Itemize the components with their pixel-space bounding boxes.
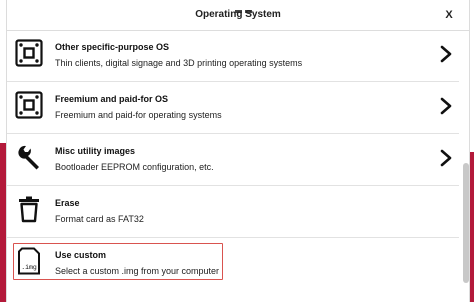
list-item-misc-utility-images[interactable]: Misc utility images Bootloader EEPROM co… <box>7 135 459 186</box>
item-description: Bootloader EEPROM configuration, etc. <box>55 162 214 172</box>
close-button[interactable]: X <box>442 7 456 23</box>
item-description: Thin clients, digital signage and 3D pri… <box>55 58 303 68</box>
list-item-freemium-and-paid-for-os[interactable]: Freemium and paid-for OS Freemium and pa… <box>7 83 459 134</box>
dialog-header: Operating System X <box>7 0 469 31</box>
chevron-right-icon[interactable] <box>439 149 453 167</box>
selection-highlight <box>13 243 223 280</box>
item-description: Freemium and paid-for operating systems <box>55 110 222 120</box>
operating-system-dialog: Operating System X Other specific-purpos… <box>6 0 470 302</box>
list-item-other-specific-purpose-os[interactable]: Other specific-purpose OS Thin clients, … <box>7 31 459 82</box>
dialog-title: Operating System <box>195 9 281 20</box>
background-accent-right <box>470 152 474 302</box>
trash-icon <box>19 196 39 223</box>
chip-board-icon <box>15 39 43 67</box>
item-title: Misc utility images <box>55 146 136 156</box>
list-item-erase[interactable]: Erase Format card as FAT32 <box>7 187 459 238</box>
chip-board-icon <box>15 91 43 119</box>
item-title: Freemium and paid-for OS <box>55 94 169 104</box>
item-title: Erase <box>55 198 80 208</box>
item-description: Format card as FAT32 <box>55 214 144 224</box>
os-list: Other specific-purpose OS Thin clients, … <box>7 31 459 302</box>
wrench-icon <box>18 145 39 170</box>
item-title: Other specific-purpose OS <box>55 42 170 52</box>
scrollbar-thumb[interactable] <box>463 163 469 283</box>
window-grip <box>235 0 255 13</box>
chevron-right-icon[interactable] <box>439 45 453 63</box>
chevron-right-icon[interactable] <box>439 97 453 115</box>
